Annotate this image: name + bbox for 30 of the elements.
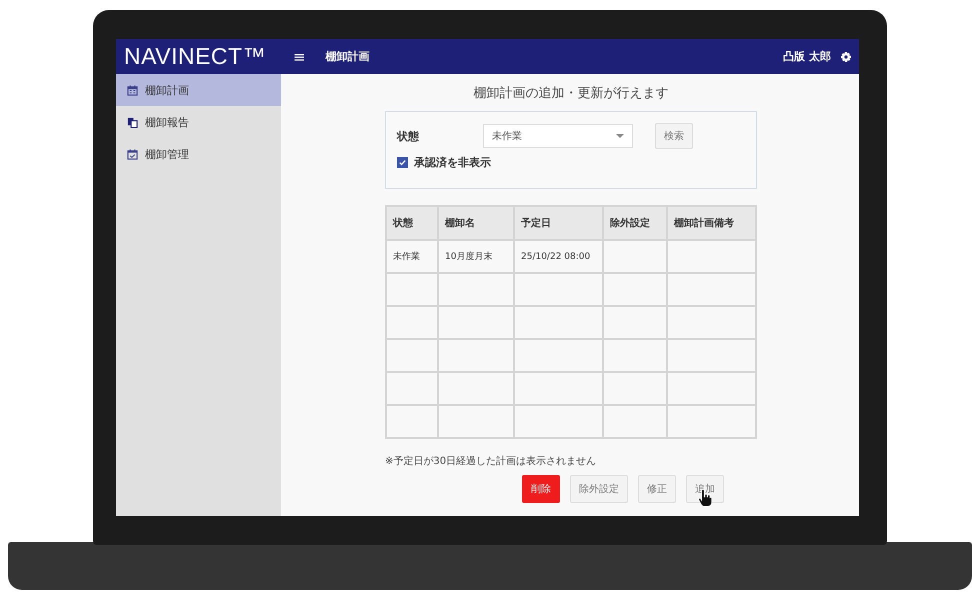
checkbox-label: 承認済を非表示 xyxy=(414,155,491,170)
sidebar-item[interactable]: 棚卸管理 xyxy=(116,138,281,170)
status-dropdown[interactable]: 未作業 xyxy=(483,124,633,148)
action-button[interactable]: 削除 xyxy=(522,475,560,503)
calendar-icon xyxy=(127,84,138,96)
logo: NAVINECT™ xyxy=(124,43,268,70)
caret-icon xyxy=(616,134,624,138)
column-header: 棚卸名 xyxy=(438,206,514,240)
table-cell: 10月度月末 xyxy=(438,240,514,273)
status-label: 状態 xyxy=(397,128,420,144)
calendar-check-icon xyxy=(127,148,138,160)
documents-icon xyxy=(127,116,138,128)
table-cell: 未作業 xyxy=(386,240,438,273)
sidebar-item[interactable]: 棚卸報告 xyxy=(116,106,281,138)
table-cell: 25/10/22 08:00 xyxy=(514,240,603,273)
checkbox[interactable] xyxy=(397,157,408,168)
column-header: 状態 xyxy=(386,206,438,240)
search-button[interactable]: 検索 xyxy=(655,123,693,149)
column-header: 予定日 xyxy=(514,206,603,240)
note-text: ※予定日が30日経過した計画は表示されません xyxy=(385,454,596,468)
sidebar-item[interactable]: 棚卸計画 xyxy=(116,74,281,106)
page-title: 棚卸計画 xyxy=(326,49,370,64)
column-header: 棚卸計画備考 xyxy=(667,206,756,240)
user-name: 凸版 太郎 xyxy=(783,49,831,64)
action-button[interactable]: 除外設定 xyxy=(570,475,628,503)
menu-button[interactable]: ≡ xyxy=(289,48,310,66)
settings-icon[interactable] xyxy=(841,52,851,62)
page-heading: 棚卸計画の追加・更新が行えます xyxy=(472,85,670,102)
column-header: 除外設定 xyxy=(603,206,667,240)
action-button[interactable]: 修正 xyxy=(638,475,676,503)
